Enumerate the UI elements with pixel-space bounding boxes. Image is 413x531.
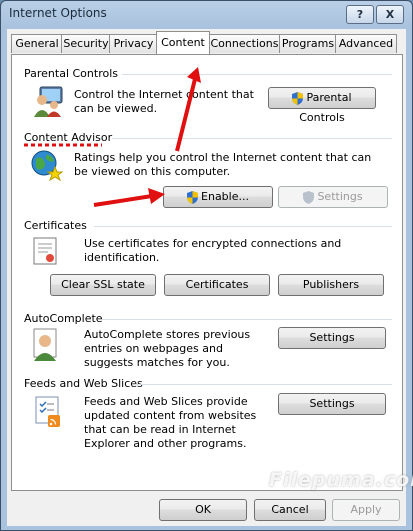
divider bbox=[94, 226, 392, 227]
apply-button[interactable]: Apply bbox=[332, 499, 400, 521]
tab-advanced[interactable]: Advanced bbox=[335, 34, 397, 53]
content-advisor-settings-button[interactable]: Settings bbox=[278, 186, 388, 208]
ok-button[interactable]: OK bbox=[159, 499, 247, 521]
divider bbox=[134, 384, 392, 385]
uac-shield-icon bbox=[187, 190, 199, 204]
parental-controls-description: Control the Internet content that can be… bbox=[74, 88, 254, 115]
divider bbox=[102, 319, 392, 320]
window-title: Internet Options bbox=[9, 6, 107, 20]
publishers-button[interactable]: Publishers bbox=[278, 274, 384, 296]
clear-ssl-state-button[interactable]: Clear SSL state bbox=[50, 274, 156, 296]
parental-controls-heading: Parental Controls bbox=[24, 67, 118, 80]
content-advisor-icon bbox=[30, 149, 64, 186]
certificates-description: Use certificates for encrypted connectio… bbox=[84, 237, 342, 264]
feeds-heading: Feeds and Web Slices bbox=[24, 377, 143, 390]
content-tab-panel: Parental Controls Control the Internet c… bbox=[11, 54, 403, 491]
feeds-settings-button[interactable]: Settings bbox=[278, 393, 386, 415]
divider bbox=[122, 74, 392, 75]
tab-security[interactable]: Security bbox=[61, 34, 111, 53]
tab-privacy[interactable]: Privacy bbox=[109, 34, 158, 53]
certificate-icon bbox=[32, 236, 60, 271]
parental-controls-button-label: Parental Controls bbox=[299, 91, 352, 124]
enable-button-label: Enable... bbox=[201, 190, 249, 203]
parental-controls-icon bbox=[30, 83, 66, 122]
content-advisor-description: Ratings help you control the Internet co… bbox=[74, 151, 372, 178]
help-button[interactable]: ? bbox=[346, 5, 374, 24]
divider bbox=[112, 138, 392, 139]
autocomplete-icon bbox=[30, 327, 62, 366]
certificates-button[interactable]: Certificates bbox=[164, 274, 270, 296]
tab-general[interactable]: General bbox=[11, 34, 63, 53]
dialog-body: General Security Privacy Content Connect… bbox=[7, 29, 406, 526]
uac-shield-icon bbox=[292, 91, 304, 105]
tab-connections[interactable]: Connections bbox=[208, 34, 281, 53]
enable-button[interactable]: Enable... bbox=[163, 186, 273, 208]
certificates-heading: Certificates bbox=[24, 219, 87, 232]
uac-shield-icon bbox=[303, 190, 315, 204]
content-advisor-settings-label: Settings bbox=[317, 190, 363, 203]
internet-options-window: Internet Options ? X General Security Pr… bbox=[0, 0, 413, 531]
watermark: Filepuma.com bbox=[269, 469, 413, 491]
autocomplete-description: AutoComplete stores previous entries on … bbox=[84, 328, 251, 369]
red-dotted-underline bbox=[24, 143, 102, 147]
title-bar[interactable]: Internet Options ? X bbox=[1, 1, 412, 27]
autocomplete-settings-button[interactable]: Settings bbox=[278, 327, 386, 349]
tab-content[interactable]: Content bbox=[156, 31, 210, 54]
tab-programs[interactable]: Programs bbox=[279, 34, 337, 53]
feeds-description: Feeds and Web Slices provide updated con… bbox=[84, 395, 257, 450]
autocomplete-heading: AutoComplete bbox=[24, 312, 103, 325]
parental-controls-button[interactable]: Parental Controls bbox=[268, 87, 376, 124]
cancel-button[interactable]: Cancel bbox=[254, 499, 326, 521]
red-arrow-to-content-tab bbox=[175, 67, 201, 152]
red-arrow-to-enable-button bbox=[93, 188, 165, 207]
close-button[interactable]: X bbox=[376, 5, 404, 24]
feeds-icon bbox=[34, 395, 64, 432]
